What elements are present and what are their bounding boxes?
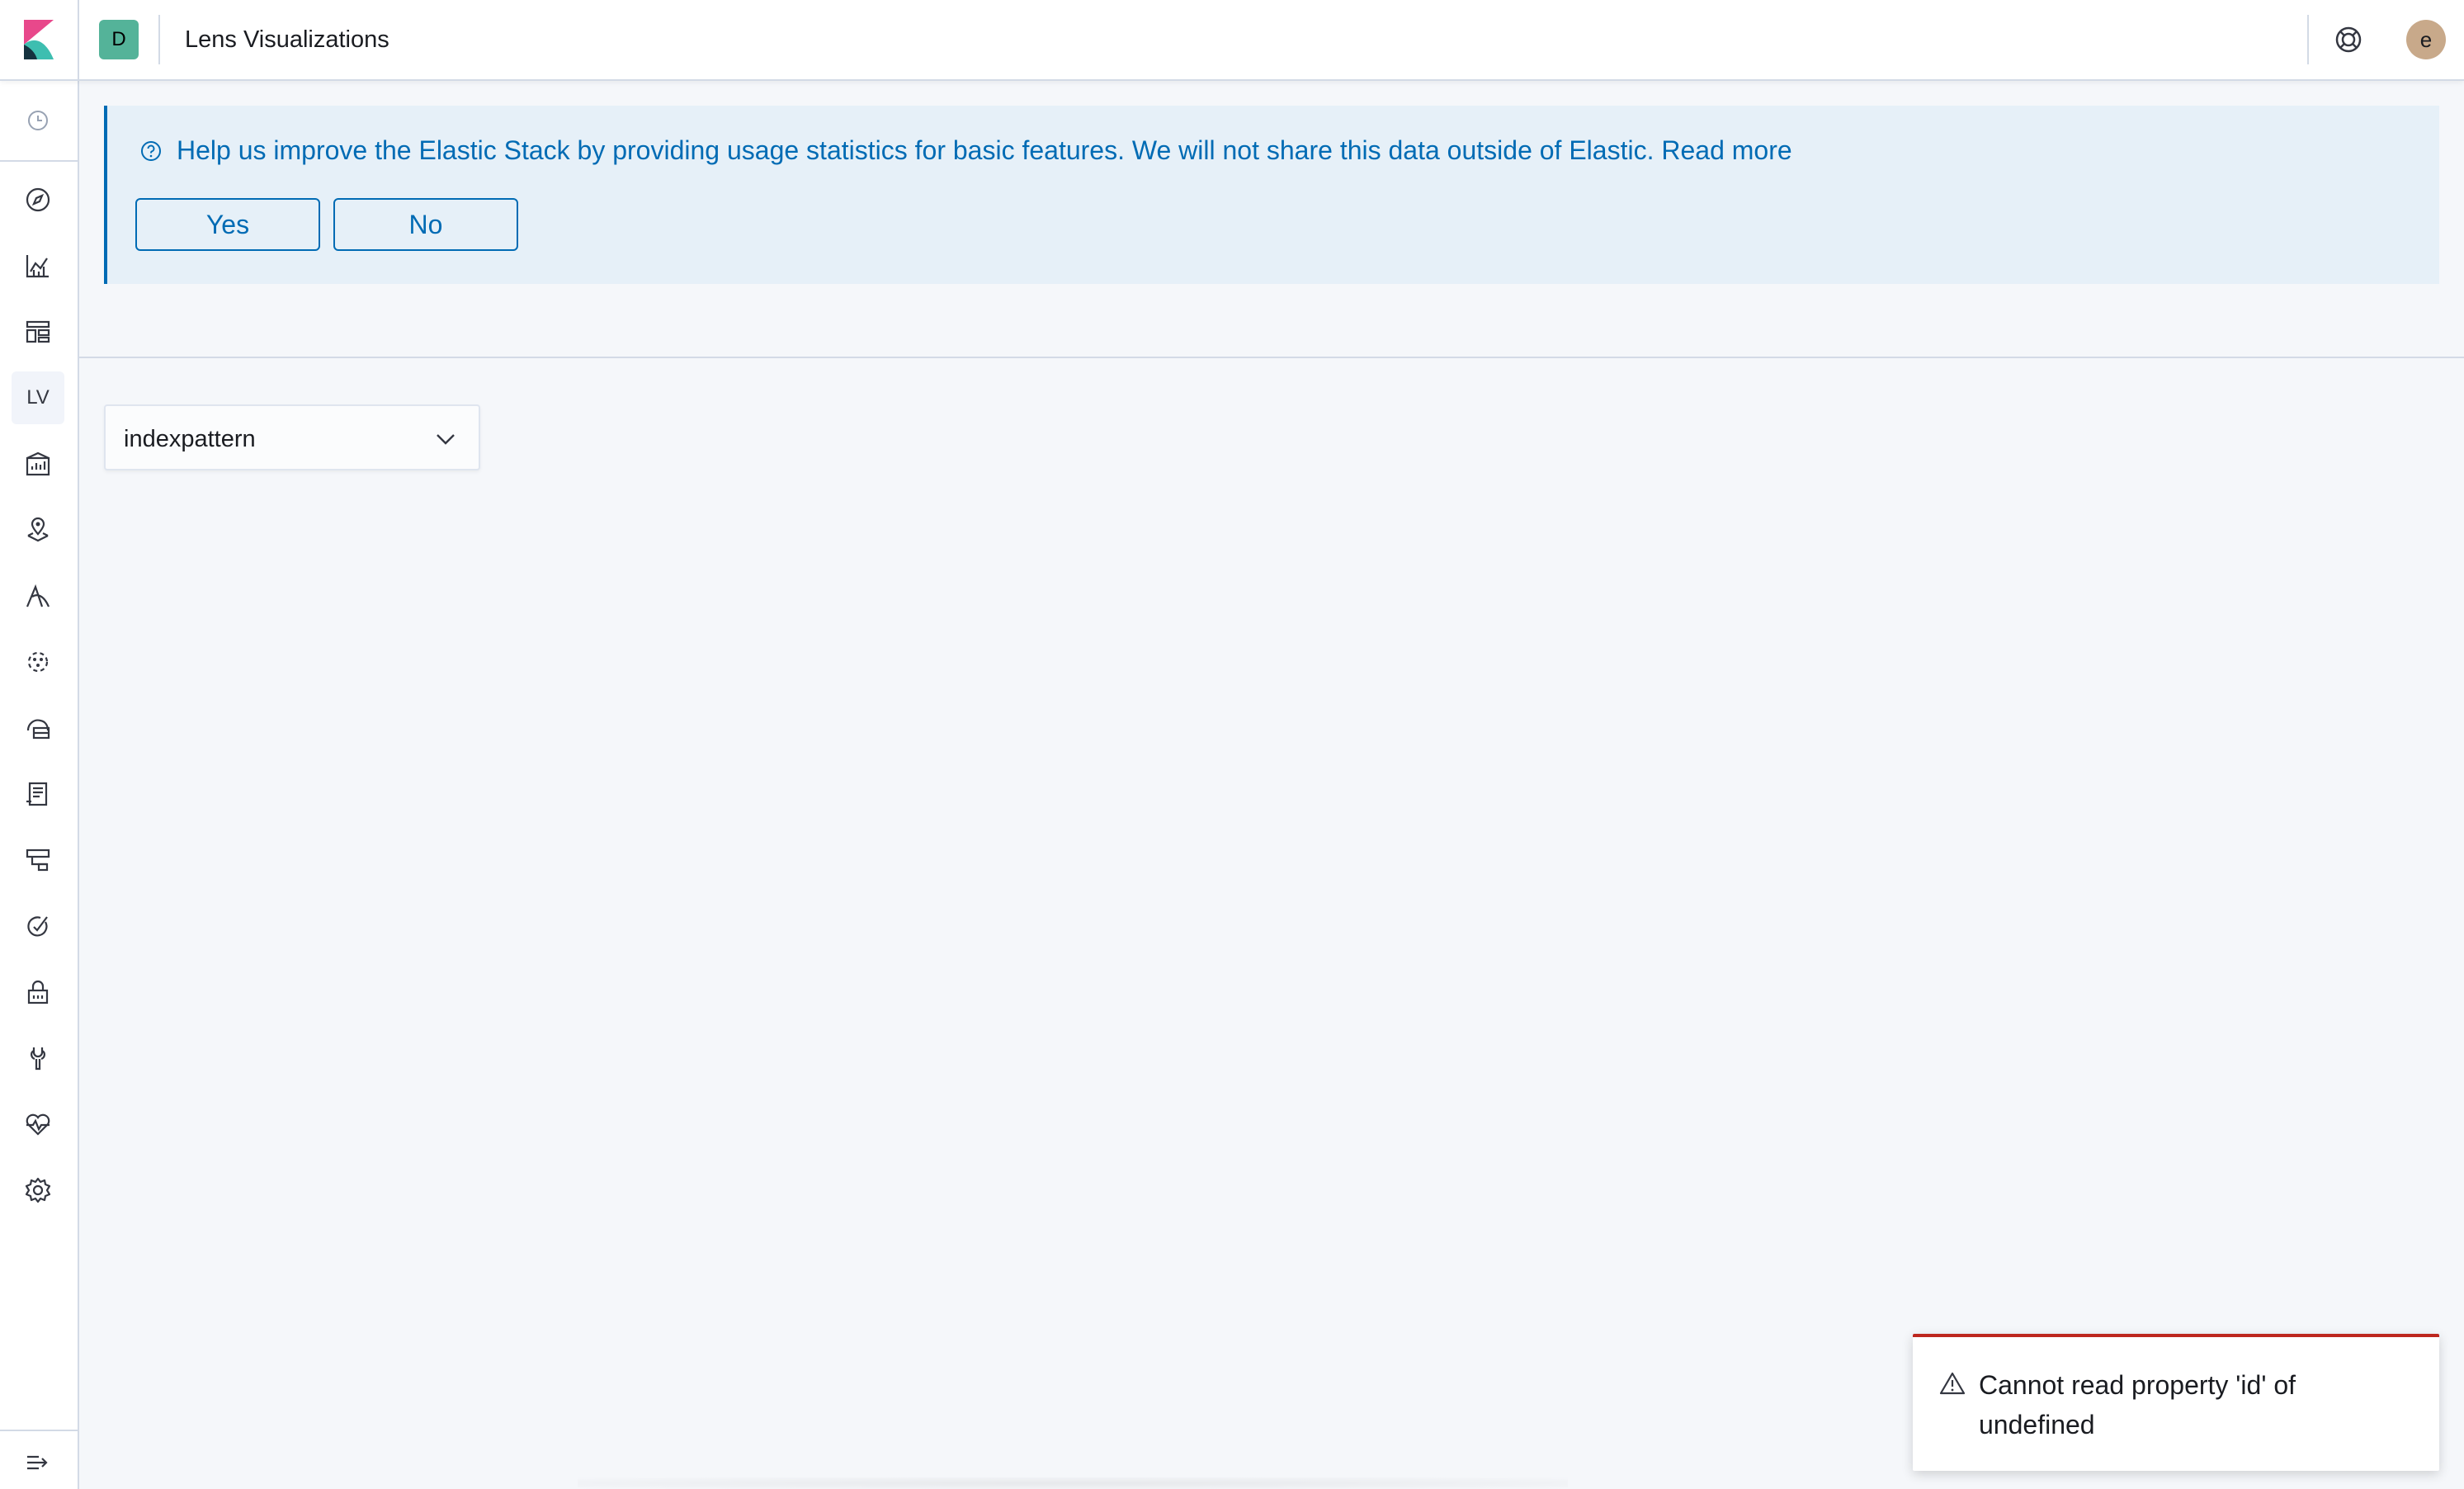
sidebar-item-recently-viewed[interactable]: [12, 94, 64, 147]
kibana-logo-icon: [24, 20, 54, 59]
sidebar-item-management[interactable]: [12, 1164, 64, 1217]
user-avatar[interactable]: e: [2406, 20, 2446, 59]
sidebar-divider: [0, 160, 78, 162]
chevron-down-icon: [437, 434, 455, 445]
kibana-logo[interactable]: [0, 0, 79, 79]
dashboard-icon: [26, 320, 50, 343]
help-button[interactable]: [2329, 20, 2368, 59]
content-divider: [79, 357, 2464, 358]
yes-button[interactable]: Yes: [135, 198, 320, 251]
bottom-shadow: [578, 1477, 1568, 1489]
side-nav: LV: [0, 81, 79, 1489]
sidebar-item-visualize[interactable]: [12, 239, 64, 292]
sidebar-item-logs[interactable]: [12, 768, 64, 820]
toast-message: Cannot read property 'id' of undefined: [1979, 1370, 2296, 1439]
chart-icon: [26, 255, 49, 278]
uptime-icon: [26, 848, 50, 872]
telemetry-callout: Help us improve the Elastic Stack by pro…: [104, 106, 2439, 284]
index-pattern-value: indexpattern: [124, 426, 256, 452]
page-title: Lens Visualizations: [185, 26, 389, 53]
compass-icon: [26, 187, 50, 212]
sidebar-item-siem[interactable]: [12, 900, 64, 952]
sidebar-collapse-button[interactable]: [12, 1436, 64, 1489]
gear-icon: [25, 1177, 51, 1203]
collapse-icon: [27, 1455, 48, 1470]
question-circle-icon: [141, 141, 161, 161]
sidebar-item-apm[interactable]: [12, 570, 64, 622]
canvas-icon: [26, 451, 50, 476]
logs-icon: [26, 782, 48, 806]
clock-icon: [28, 111, 48, 130]
index-pattern-select[interactable]: indexpattern: [104, 404, 480, 470]
lifebuoy-icon: [2335, 26, 2362, 53]
sidebar-item-monitoring[interactable]: [12, 1098, 64, 1151]
space-avatar[interactable]: D: [99, 20, 139, 59]
sidebar-item-machine-learning[interactable]: [12, 636, 64, 688]
map-pin-icon: [27, 517, 49, 542]
alert-icon: [1939, 1372, 1966, 1395]
infrastructure-icon: [26, 719, 50, 740]
lock-icon: [27, 980, 49, 1004]
sidebar-item-infrastructure[interactable]: [12, 702, 64, 754]
siem-icon: [27, 916, 48, 937]
wrench-icon: [31, 1047, 45, 1071]
sidebar-item-label: LV: [26, 386, 50, 409]
sidebar-item-security[interactable]: [12, 966, 64, 1019]
sidebar-divider: [0, 1430, 78, 1431]
sidebar-item-dev-tools[interactable]: [12, 1032, 64, 1085]
sidebar-item-dashboard[interactable]: [12, 305, 64, 358]
heartbeat-icon: [26, 1113, 50, 1136]
sidebar-item-discover[interactable]: [12, 173, 64, 226]
error-toast: Cannot read property 'id' of undefined: [1913, 1334, 2439, 1471]
header-divider: [2307, 15, 2309, 64]
header-divider: [158, 15, 160, 64]
sidebar-item-uptime[interactable]: [12, 834, 64, 886]
sidebar-item-lens-visualizations[interactable]: LV: [12, 371, 64, 424]
telemetry-message: Help us improve the Elastic Stack by pro…: [177, 135, 1792, 165]
sidebar-item-maps[interactable]: [12, 503, 64, 556]
top-header: D Lens Visualizations e: [0, 0, 2464, 81]
apm-icon: [26, 584, 50, 607]
no-button[interactable]: No: [333, 198, 518, 251]
ml-icon: [27, 651, 49, 673]
sidebar-item-canvas[interactable]: [12, 437, 64, 490]
